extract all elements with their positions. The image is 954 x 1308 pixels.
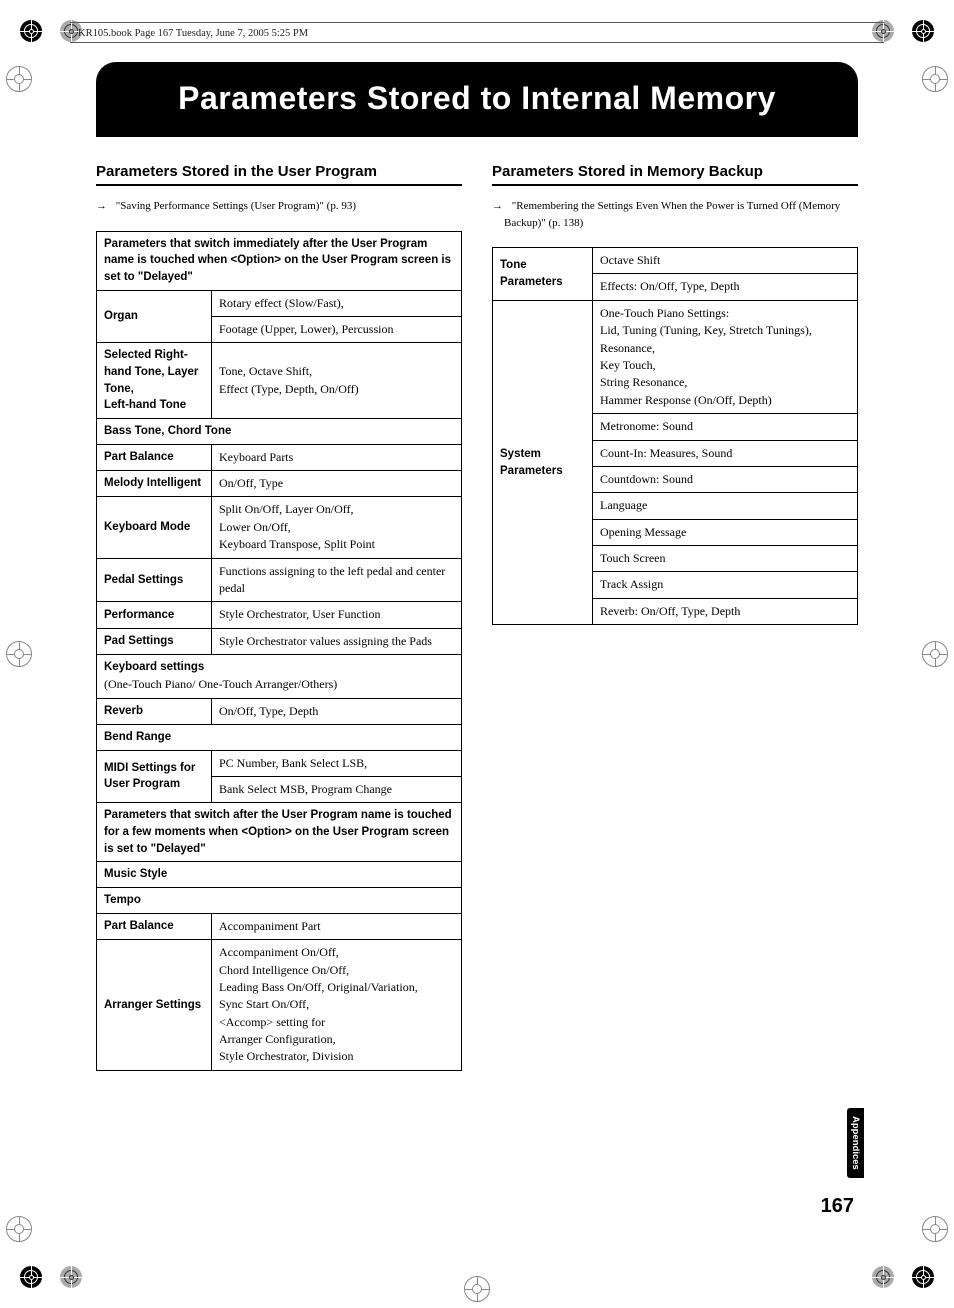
row-value: Bank Select MSB, Program Change xyxy=(212,776,462,802)
row-value: Countdown: Sound xyxy=(593,466,858,492)
header-rule-bottom xyxy=(70,42,884,43)
arrow-icon: → xyxy=(492,200,509,212)
row-label-melody: Melody Intelligent xyxy=(97,471,212,497)
row-value: Style Orchestrator, User Function xyxy=(212,602,462,628)
arrow-icon: → xyxy=(96,200,113,212)
row-label-midi: MIDI Settings for User Program xyxy=(97,750,212,803)
corner-badge-br xyxy=(912,1266,934,1288)
crop-mark-tr xyxy=(922,66,948,92)
row-label-part-balance: Part Balance xyxy=(97,444,212,470)
corner-badge-tr2 xyxy=(872,20,894,42)
crop-mark-bottom xyxy=(464,1276,490,1302)
corner-badge-bl xyxy=(20,1266,42,1288)
left-reference-text: "Saving Performance Settings (User Progr… xyxy=(116,200,356,212)
row-value: Octave Shift xyxy=(593,248,858,274)
corner-badge-tr xyxy=(912,20,934,42)
page-number: 167 xyxy=(821,1195,854,1218)
row-full: Bass Tone, Chord Tone xyxy=(97,418,462,444)
section1-header: Parameters that switch immediately after… xyxy=(97,231,462,290)
row-full-label: Keyboard settings xyxy=(104,661,204,673)
row-label-tone-params: Tone Parameters xyxy=(493,248,593,301)
row-label-arranger: Arranger Settings xyxy=(97,940,212,1071)
row-full-music-style: Music Style xyxy=(97,862,462,888)
right-section-heading: Parameters Stored in Memory Backup xyxy=(492,163,858,186)
row-value: Count-In: Measures, Sound xyxy=(593,440,858,466)
row-value: PC Number, Bank Select LSB, xyxy=(212,750,462,776)
row-label-pedal: Pedal Settings xyxy=(97,558,212,602)
corner-badge-tl xyxy=(20,20,42,42)
row-value: One-Touch Piano Settings: Lid, Tuning (T… xyxy=(593,300,858,413)
row-label-system-params: System Parameters xyxy=(493,300,593,624)
page-title: Parameters Stored to Internal Memory xyxy=(96,62,858,137)
row-label-part-balance2: Part Balance xyxy=(97,913,212,939)
right-reference-line: → "Remembering the Settings Even When th… xyxy=(492,198,858,231)
row-label-reverb: Reverb xyxy=(97,698,212,724)
section2-header: Parameters that switch after the User Pr… xyxy=(97,803,462,862)
left-reference-line: → "Saving Performance Settings (User Pro… xyxy=(96,198,462,215)
right-reference-text: "Remembering the Settings Even When the … xyxy=(504,200,840,229)
row-value: Split On/Off, Layer On/Off, Lower On/Off… xyxy=(212,497,462,558)
row-value: On/Off, Type xyxy=(212,471,462,497)
row-value: Style Orchestrator values assigning the … xyxy=(212,628,462,654)
row-value: Language xyxy=(593,493,858,519)
row-full-tempo: Tempo xyxy=(97,888,462,914)
row-value: Functions assigning to the left pedal an… xyxy=(212,558,462,602)
side-tab-appendices: Appendices xyxy=(847,1108,864,1178)
row-label-performance: Performance xyxy=(97,602,212,628)
row-label-keyboard-mode: Keyboard Mode xyxy=(97,497,212,558)
row-label-tones: Selected Right-hand Tone, Layer Tone, Le… xyxy=(97,343,212,419)
corner-badge-bl2 xyxy=(60,1266,82,1288)
row-value: Reverb: On/Off, Type, Depth xyxy=(593,598,858,624)
row-value: Tone, Octave Shift, Effect (Type, Depth,… xyxy=(212,343,462,419)
row-full-subnote: (One-Touch Piano/ One-Touch Arranger/Oth… xyxy=(104,677,337,691)
left-section-heading: Parameters Stored in the User Program xyxy=(96,163,462,186)
row-value: Opening Message xyxy=(593,519,858,545)
header-rule-top xyxy=(70,22,884,23)
row-value: Accompaniment On/Off, Chord Intelligence… xyxy=(212,940,462,1071)
row-value: Rotary effect (Slow/Fast), xyxy=(212,290,462,316)
user-program-table: Parameters that switch immediately after… xyxy=(96,231,462,1071)
row-value: Track Assign xyxy=(593,572,858,598)
row-full-bend-range: Bend Range xyxy=(97,724,462,750)
crop-mark-bl xyxy=(6,1216,32,1242)
document-header-line: KR105.book Page 167 Tuesday, June 7, 200… xyxy=(78,28,308,39)
row-label-organ: Organ xyxy=(97,290,212,343)
crop-mark-right xyxy=(922,641,948,667)
row-value: Accompaniment Part xyxy=(212,913,462,939)
row-full-keyboard-settings: Keyboard settings (One-Touch Piano/ One-… xyxy=(97,655,462,698)
crop-mark-left xyxy=(6,641,32,667)
row-value: Touch Screen xyxy=(593,546,858,572)
row-value: Metronome: Sound xyxy=(593,414,858,440)
corner-badge-br2 xyxy=(872,1266,894,1288)
memory-backup-table: Tone Parameters Octave Shift Effects: On… xyxy=(492,247,858,625)
crop-mark-br xyxy=(922,1216,948,1242)
row-value: Keyboard Parts xyxy=(212,444,462,470)
row-value: On/Off, Type, Depth xyxy=(212,698,462,724)
crop-mark-tl xyxy=(6,66,32,92)
row-value: Footage (Upper, Lower), Percussion xyxy=(212,316,462,342)
row-value: Effects: On/Off, Type, Depth xyxy=(593,274,858,300)
row-label-pad: Pad Settings xyxy=(97,628,212,654)
